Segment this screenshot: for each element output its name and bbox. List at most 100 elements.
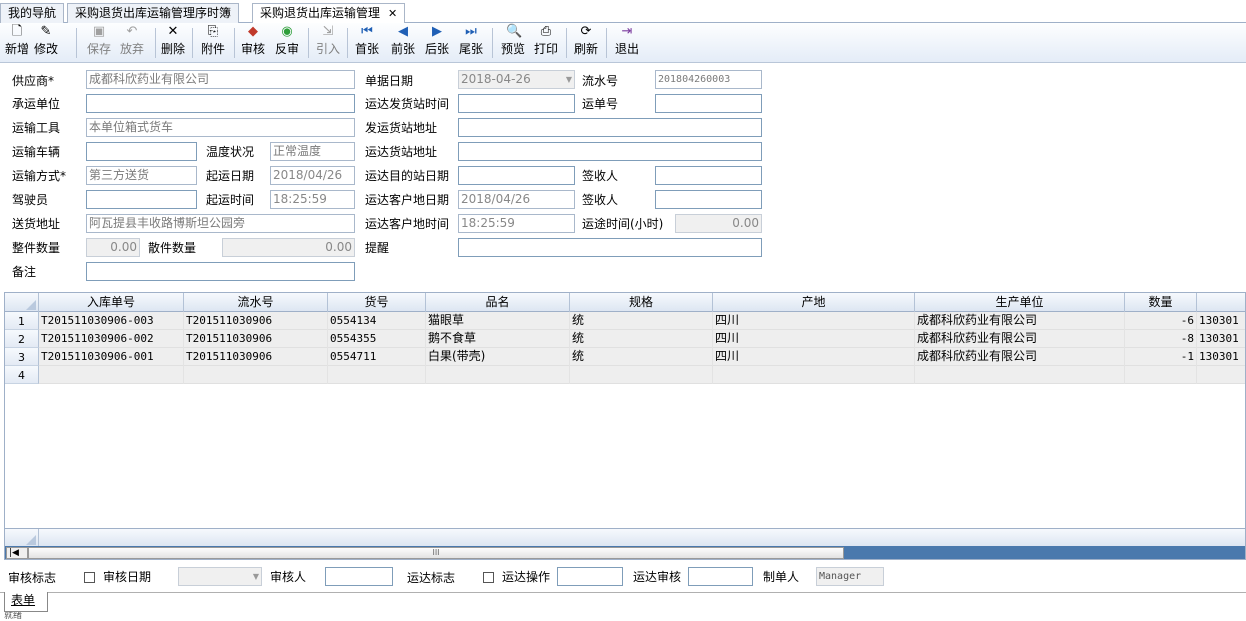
grid-corner[interactable] [5, 293, 39, 312]
cell-quantity[interactable]: -8 [1125, 330, 1197, 348]
cancel-button[interactable]: ↶ 放弃 [119, 25, 145, 57]
save-button[interactable]: ▣ 保存 [86, 25, 112, 57]
tab-form[interactable]: 表单 [4, 592, 48, 612]
last-record-button[interactable]: ⏭ 尾张 [458, 25, 484, 57]
row-number[interactable]: 4 [5, 366, 39, 384]
col-header-serial[interactable]: 流水号 [184, 293, 328, 312]
audit-flag-checkbox[interactable] [84, 572, 95, 583]
table-row[interactable]: 4 [5, 366, 1245, 384]
vehicle-field[interactable] [86, 142, 197, 161]
cell-origin[interactable]: 四川 [713, 330, 915, 348]
station-addr-field[interactable] [458, 142, 762, 161]
table-row[interactable]: 1 T201511030906-003 T201511030906 055413… [5, 312, 1245, 330]
cell-serial[interactable]: T201511030906 [184, 312, 328, 330]
cell-inbound-no[interactable]: T201511030906-001 [39, 348, 184, 366]
tab-return-list[interactable]: 采购退货出库运输管理序时簿 [67, 3, 240, 23]
delete-button[interactable]: ✕ 删除 [160, 25, 186, 57]
driver-field[interactable] [86, 190, 197, 209]
refresh-button[interactable]: ⟳ 刷新 [573, 25, 599, 57]
remind-field[interactable] [458, 238, 762, 257]
chevron-down-icon[interactable]: ▼ [253, 568, 259, 585]
scroll-left-icon[interactable]: |◀ [6, 547, 28, 559]
cell-inbound-no[interactable]: T201511030906-002 [39, 330, 184, 348]
cell-quantity[interactable]: -6 [1125, 312, 1197, 330]
supplier-field[interactable]: 成都科欣药业有限公司 [86, 70, 355, 89]
prev-record-button[interactable]: ◀ 前张 [390, 25, 416, 57]
method-field[interactable]: 第三方送货 [86, 166, 197, 185]
col-header-item-code[interactable]: 货号 [328, 293, 426, 312]
auditor-field[interactable] [325, 567, 393, 586]
dispatch-addr-field[interactable] [458, 118, 762, 137]
col-header-extra[interactable] [1197, 293, 1245, 312]
preview-button[interactable]: 🔍 预览 [500, 25, 526, 57]
scroll-thumb[interactable]: III [28, 547, 844, 559]
row-number[interactable]: 3 [5, 348, 39, 366]
arrive-audit-field[interactable] [688, 567, 753, 586]
maker-field[interactable]: Manager [816, 567, 884, 586]
carrier-field[interactable] [86, 94, 355, 113]
approve-button[interactable]: ◆ 审核 [240, 25, 266, 57]
cell-serial[interactable]: T201511030906 [184, 330, 328, 348]
cell-inbound-no[interactable] [39, 366, 184, 384]
cell-item-code[interactable] [328, 366, 426, 384]
cell-item-code[interactable]: 0554134 [328, 312, 426, 330]
cell-origin[interactable]: 四川 [713, 312, 915, 330]
table-row[interactable]: 3 T201511030906-001 T201511030906 055471… [5, 348, 1245, 366]
cell-product-name[interactable]: 猫眼草 [426, 312, 570, 330]
col-header-quantity[interactable]: 数量 [1125, 293, 1197, 312]
vehicle-type-field[interactable]: 本单位箱式货车 [86, 118, 355, 137]
cell-extra[interactable] [1197, 366, 1245, 384]
row-number[interactable]: 2 [5, 330, 39, 348]
receiver2-field[interactable] [655, 190, 762, 209]
cell-inbound-no[interactable]: T201511030906-003 [39, 312, 184, 330]
temp-field[interactable]: 正常温度 [270, 142, 355, 161]
row-number[interactable]: 1 [5, 312, 39, 330]
cell-serial[interactable] [184, 366, 328, 384]
cell-item-code[interactable]: 0554711 [328, 348, 426, 366]
print-button[interactable]: ⎙ 打印 [533, 25, 559, 57]
audit-date-field[interactable]: ▼ [178, 567, 262, 586]
col-header-spec[interactable]: 规格 [570, 293, 713, 312]
arrive-flag-checkbox[interactable] [483, 572, 494, 583]
col-header-origin[interactable]: 产地 [713, 293, 915, 312]
col-header-manufacturer[interactable]: 生产单位 [915, 293, 1125, 312]
cell-quantity[interactable]: -1 [1125, 348, 1197, 366]
note-field[interactable] [86, 262, 355, 281]
exit-button[interactable]: ⇥ 退出 [614, 25, 640, 57]
cell-serial[interactable]: T201511030906 [184, 348, 328, 366]
loose-field[interactable]: 0.00 [222, 238, 355, 257]
cust-date-field[interactable]: 2018/04/26 [458, 190, 575, 209]
serial-field[interactable]: 201804260003 [655, 70, 762, 89]
chevron-down-icon[interactable]: ▼ [566, 71, 572, 88]
arrive-op-field[interactable] [557, 567, 623, 586]
tab-my-navigation[interactable]: 我的导航 [0, 3, 65, 23]
cell-product-name[interactable]: 鹅不食草 [426, 330, 570, 348]
cell-spec[interactable]: 统 [570, 348, 713, 366]
tab-return-transport[interactable]: 采购退货出库运输管理 ✕ [252, 3, 406, 24]
cell-origin[interactable] [713, 366, 915, 384]
col-header-product-name[interactable]: 品名 [426, 293, 570, 312]
first-record-button[interactable]: ⏮ 首张 [354, 25, 380, 57]
next-record-button[interactable]: ▶ 后张 [424, 25, 450, 57]
cell-product-name[interactable] [426, 366, 570, 384]
horizontal-scrollbar[interactable]: |◀ III [5, 546, 1245, 559]
edit-button[interactable]: ✎ 修改 [33, 25, 59, 57]
doc-date-field[interactable]: 2018-04-26 ▼ [458, 70, 575, 89]
cust-time-field[interactable]: 18:25:59 [458, 214, 575, 233]
attachment-button[interactable]: ⎘ 附件 [200, 25, 226, 57]
start-time-field[interactable]: 18:25:59 [270, 190, 355, 209]
cell-extra[interactable]: 130301 [1197, 330, 1245, 348]
col-header-inbound-no[interactable]: 入库单号 [39, 293, 184, 312]
cell-manufacturer[interactable]: 成都科欣药业有限公司 [915, 348, 1125, 366]
cell-quantity[interactable] [1125, 366, 1197, 384]
cell-product-name[interactable]: 白果(带壳) [426, 348, 570, 366]
start-date-field[interactable]: 2018/04/26 [270, 166, 355, 185]
cell-spec[interactable]: 统 [570, 312, 713, 330]
unapprove-button[interactable]: ◉ 反审 [274, 25, 300, 57]
address-field[interactable]: 阿瓦提县丰收路博斯坦公园旁 [86, 214, 355, 233]
waybill-field[interactable] [655, 94, 762, 113]
table-row[interactable]: 2 T201511030906-002 T201511030906 055435… [5, 330, 1245, 348]
cell-extra[interactable]: 130301 [1197, 312, 1245, 330]
receiver1-field[interactable] [655, 166, 762, 185]
close-icon[interactable]: ✕ [388, 7, 397, 20]
